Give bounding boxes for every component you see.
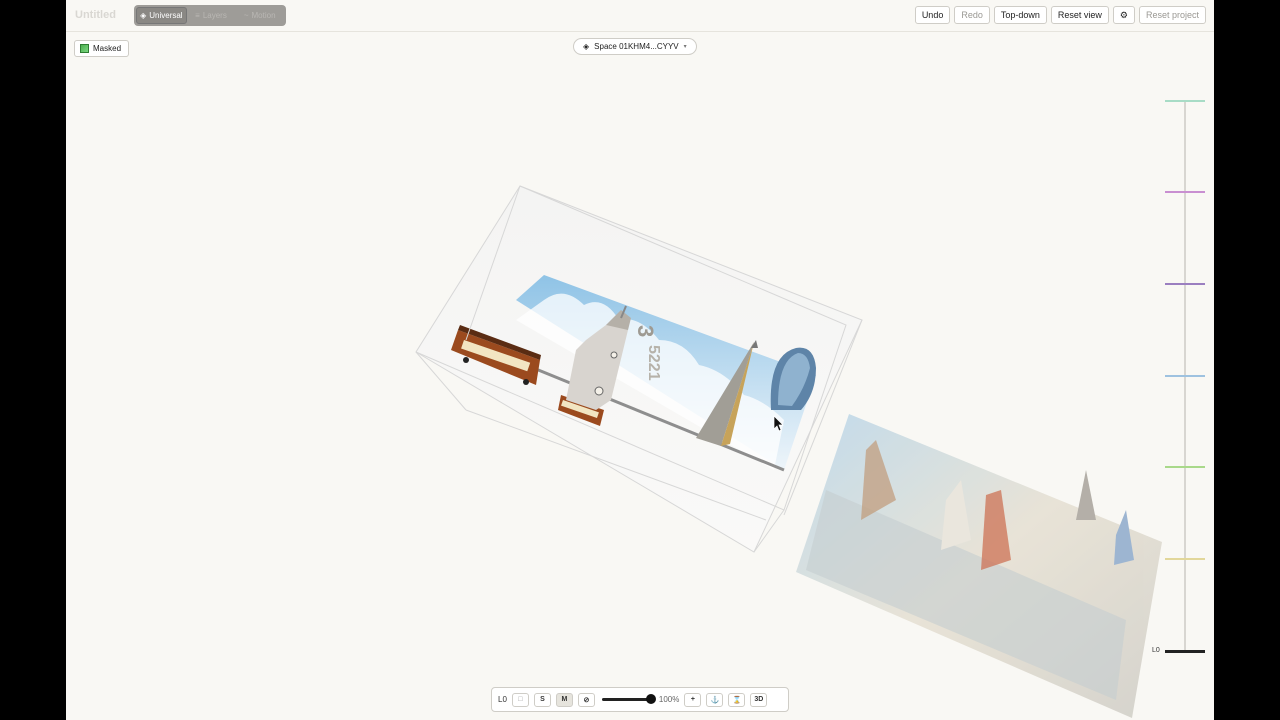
anchor-icon: ⚓: [710, 696, 720, 704]
mode-universal-label: Universal: [149, 11, 183, 20]
mode-layers-label: Layers: [202, 11, 227, 20]
plus-icon: +: [690, 696, 695, 703]
layer-tick[interactable]: [1165, 558, 1205, 560]
topdown-button[interactable]: Top-down: [993, 6, 1047, 24]
box-number: 3: [633, 325, 658, 337]
layer-tick[interactable]: [1165, 191, 1205, 193]
hourglass-icon: ⌛: [732, 696, 742, 704]
scene-viewport[interactable]: 3 5221: [66, 0, 1214, 720]
s-button[interactable]: S: [533, 692, 551, 707]
zoom-slider[interactable]: [601, 694, 656, 704]
threed-button[interactable]: 3D: [750, 692, 768, 707]
motion-icon: ~: [243, 11, 249, 20]
m-button[interactable]: M: [555, 692, 573, 707]
anchor-button[interactable]: ⚓: [706, 692, 724, 707]
mode-layers-button[interactable]: ≡ Layers: [187, 7, 236, 24]
settings-button[interactable]: ⚙: [1112, 6, 1135, 24]
space-icon: ◈: [583, 42, 590, 51]
reset-view-button[interactable]: Reset view: [1050, 6, 1109, 24]
redo-button[interactable]: Redo: [954, 6, 990, 24]
zoom-slider-knob[interactable]: [645, 694, 656, 704]
masked-label: Masked: [93, 44, 122, 53]
layers-icon: ≡: [195, 11, 200, 20]
mode-universal-button[interactable]: ◈ Universal: [136, 7, 187, 24]
toolbar-actions: Undo Redo Top-down Reset view ⚙ Reset pr…: [914, 6, 1206, 24]
ruler-base-label: L0: [1152, 647, 1160, 654]
space-label: Space 01KHM4...CYYV: [594, 42, 679, 51]
zoom-percent: 100%: [658, 695, 680, 704]
layer-tick[interactable]: [1165, 375, 1205, 377]
mode-motion-button[interactable]: ~ Motion: [235, 7, 284, 24]
layer-tick[interactable]: [1165, 466, 1205, 468]
box-toggle-button[interactable]: □: [511, 692, 529, 707]
source-photo-plane[interactable]: [796, 414, 1162, 718]
slash-button[interactable]: ⊘: [577, 692, 595, 707]
top-toolbar: Untitled ◈ Universal ≡ Layers ~ Motion U…: [66, 0, 1214, 32]
undo-button[interactable]: Undo: [914, 6, 951, 24]
square-icon: □: [518, 696, 523, 703]
box-label-digits: 5221: [645, 345, 662, 381]
layer-tick-base[interactable]: [1165, 650, 1205, 653]
cube-icon: ◈: [140, 11, 147, 20]
mode-motion-label: Motion: [251, 11, 276, 20]
space-selector[interactable]: ◈ Space 01KHM4...CYYV ▾: [573, 38, 697, 55]
masked-toggle[interactable]: Masked: [74, 40, 130, 57]
reset-project-button[interactable]: Reset project: [1138, 6, 1206, 24]
layer-label: L0: [498, 695, 507, 704]
layer-tick[interactable]: [1165, 100, 1205, 102]
add-button[interactable]: +: [684, 692, 702, 707]
app-window: 3 5221 Untitled ◈ Universal ≡ Layers ~ M…: [66, 0, 1214, 720]
slash-icon: ⊘: [583, 696, 590, 704]
bottom-toolbar: L0 □ S M ⊘ 100% + ⚓ ⌛ 3D: [491, 687, 789, 712]
project-title[interactable]: Untitled: [75, 9, 116, 21]
gear-icon: ⚙: [1119, 9, 1128, 20]
layer-tick[interactable]: [1165, 283, 1205, 285]
mask-icon: [80, 44, 89, 53]
hourglass-button[interactable]: ⌛: [728, 692, 746, 707]
mode-switcher: ◈ Universal ≡ Layers ~ Motion: [134, 5, 286, 26]
chevron-down-icon: ▾: [683, 44, 687, 50]
